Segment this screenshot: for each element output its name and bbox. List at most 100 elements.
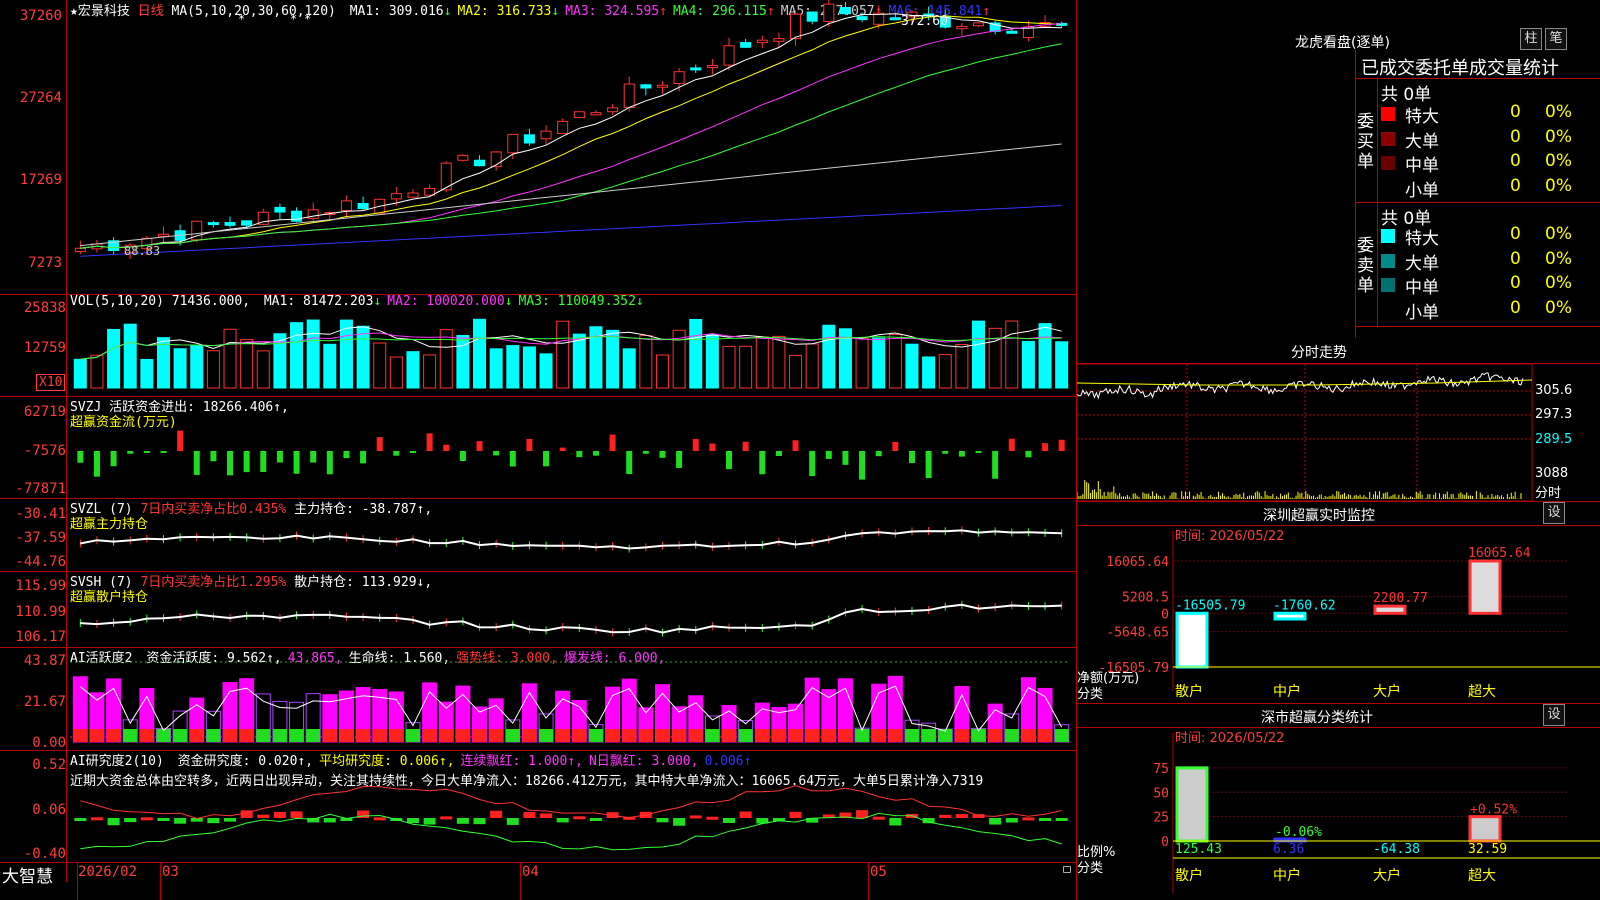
research-bar [273,811,286,818]
y-tick: 17269 [19,172,62,188]
monitor-panel[interactable]: 深圳超赢实时监控 设 时间: 2026/05/22 16065.64 5208.5… [1077,501,1600,703]
stats-bar-label: +0.52% [1470,803,1517,818]
ma6-line [80,205,1062,257]
research-bar [556,818,569,823]
stats-value: -64.38 [1373,842,1420,857]
candle [690,67,702,71]
activity-base [439,729,454,742]
candle [523,134,535,144]
lock-icon[interactable] [1063,866,1071,873]
candle [973,22,985,27]
svsh-panel[interactable]: SVSH (7) 7日内买卖净占比1.295% 散户持仓: 113.929↓, … [0,571,1076,647]
color-swatch [1381,107,1395,121]
volume-bar [572,333,586,389]
flow-bar [892,441,899,451]
svzj-panel[interactable]: SVZJ 活跃资金进出: 18266.406↑, 超赢资金流(万元) 62719… [0,396,1076,498]
candlestick-chart[interactable] [0,0,1076,294]
y-tick: 25838 [23,300,66,316]
flow-bar [809,451,816,477]
flow-bar [110,451,117,467]
svzl-chart[interactable] [0,498,1076,571]
flow-bar [360,451,367,464]
color-swatch [1381,278,1395,292]
svzl-panel[interactable]: SVZL (7) 7日内买卖净占比0.435% 主力持仓: -38.787↑, … [0,498,1076,571]
order-name: 特大 [1405,229,1439,249]
intraday-vol-tick: 3088 [1535,466,1569,481]
flow-bar [709,443,716,451]
volume-bar [506,345,520,389]
sell-side-label: 委卖单 [1357,236,1374,296]
stats-panel[interactable]: 深市超赢分类统计 设 时间: 2026/05/22 75 50 25 0 -0.06% +… [1077,703,1600,900]
flow-bar [742,441,749,451]
candle [640,84,652,89]
order-pct: 0% [1545,248,1572,269]
research-bar [440,816,453,820]
ai-active-chart[interactable] [0,647,1076,750]
activity-base [73,729,88,742]
order-pct: 0% [1545,175,1572,196]
volume-chart[interactable] [0,294,1076,396]
y-tick: 21.67 [23,694,66,710]
candle [823,3,835,23]
category-label: 超大 [1468,684,1496,700]
research-bar [1055,818,1068,821]
volume-bar [972,320,986,389]
order-pct: 0% [1545,126,1572,147]
flow-bar [925,451,932,479]
flow-bar [476,441,483,451]
color-swatch [1381,131,1395,146]
volume-bar [556,320,570,389]
tick-view-button[interactable]: 笔 [1545,28,1567,50]
kline-panel[interactable]: ★宏景科技 日线 MA(5,10,20,30,60,120) MA1: 309.… [0,0,1076,294]
flow-bar [227,451,234,476]
ai-research-panel[interactable]: AI研究度2(10) 资金研究度: 0.020↑, 平均研究度: 0.006↑, 连… [0,750,1076,862]
category-label: 散户 [1175,683,1203,700]
intraday-panel[interactable]: 分时走势 305.6 297.3 289.5 3088 分时 [1077,339,1600,501]
volume-bar [955,343,969,389]
flow-bar [992,451,999,479]
research-bar [473,818,486,825]
stats-bar-chart[interactable]: 75 50 25 0 -0.06% +0.52% 125.43 6.36 -64.38 32.59… [1077,703,1600,900]
volume-bar [323,343,337,389]
svsh-chart[interactable] [0,571,1076,647]
ai-research-chart[interactable] [0,750,1076,862]
candle [157,233,169,237]
y-tick: 12759 [23,340,66,356]
activity-base [588,729,603,742]
research-bar [257,814,270,818]
bar-view-button[interactable]: 柱 [1520,28,1542,50]
flow-bar [243,451,250,473]
intraday-label: 分时 [1535,486,1562,501]
order-count: 0 [1510,248,1521,269]
research-bar [456,818,469,824]
ma4-line [80,43,1062,249]
volume-bar [406,351,420,389]
volume-bar [356,325,370,389]
volume-bar [156,337,170,389]
research-bar [490,810,503,818]
intraday-y-tick: 289.5 [1535,432,1573,447]
research-bar [955,814,968,818]
volume-bar [922,356,936,389]
flow-bar [443,444,450,451]
flow-bar [459,451,466,462]
candle [806,11,818,22]
high-price-label: 372.60 [901,14,948,29]
volume-bar [473,318,487,389]
flow-bar [975,451,982,453]
candle [956,25,968,30]
monitor-bar-chart[interactable]: 16065.645208.50-5648.65-16505.79-16505.7… [1077,501,1600,703]
svzj-chart[interactable] [0,396,1076,498]
monitor-bar-label: 16065.64 [1468,546,1531,561]
y-tick: 62719 [23,404,66,420]
candle [623,83,635,108]
monitor-axis-label: 分类 [1077,687,1104,702]
candle [839,7,851,15]
intraday-chart[interactable] [1077,339,1600,501]
order-count: 0 [1510,297,1521,318]
ai-active-panel[interactable]: AI活跃度2 资金活跃度: 9.562↑, 43.865, 生命线: 1.560, 强… [0,647,1076,750]
activity-base [738,729,753,742]
activity-base [173,729,188,742]
volume-panel[interactable]: VOL(5,10,20) 71436.000, MA1: 81472.203↓ M… [0,294,1076,396]
category-label: 中户 [1273,683,1301,700]
